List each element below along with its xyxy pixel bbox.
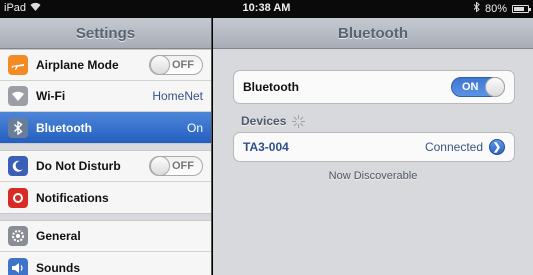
toggle-label: OFF	[172, 160, 194, 172]
notifications-icon	[8, 187, 28, 208]
sidebar-item-do-not-disturb[interactable]: Do Not Disturb OFF	[0, 151, 211, 182]
sidebar-item-general[interactable]: General	[0, 221, 211, 252]
toggle-knob	[150, 156, 170, 176]
toggle-knob	[485, 77, 505, 97]
sidebar-item-wifi[interactable]: Wi-Fi HomeNet	[0, 81, 211, 112]
sidebar-item-airplane-mode[interactable]: Airplane Mode OFF	[0, 50, 211, 81]
settings-sidebar: Settings Airplane Mode OFF Wi-Fi HomeNet…	[0, 18, 212, 275]
detail-disclosure-icon[interactable]: ❯	[489, 139, 505, 155]
airplane-icon	[8, 55, 28, 75]
bluetooth-status-icon	[473, 1, 480, 15]
gear-icon	[8, 226, 28, 246]
toggle-label: OFF	[172, 59, 194, 71]
bluetooth-state: On	[186, 120, 203, 135]
toggle-label: ON	[462, 81, 479, 93]
airplane-mode-toggle[interactable]: OFF	[149, 55, 203, 75]
device-name: TA3-004	[243, 140, 289, 154]
sidebar-item-label: Sounds	[36, 260, 80, 275]
sidebar-item-label: Airplane Mode	[36, 58, 119, 72]
page-title: Bluetooth	[213, 18, 533, 49]
sidebar-item-label: Notifications	[36, 190, 109, 205]
discoverable-label: Now Discoverable	[328, 170, 418, 182]
bluetooth-icon	[8, 117, 28, 138]
devices-section-header: Devices	[241, 114, 306, 128]
toggle-knob	[150, 55, 170, 75]
wifi-network-name: HomeNet	[152, 89, 203, 103]
do-not-disturb-toggle[interactable]: OFF	[149, 156, 203, 176]
bluetooth-detail-pane: Bluetooth Bluetooth ON Devices TA3-004 C…	[213, 18, 533, 275]
loading-spinner-icon	[292, 114, 306, 128]
battery-icon	[512, 4, 531, 13]
sidebar-item-notifications[interactable]: Notifications	[0, 182, 211, 213]
sidebar-item-label: Wi-Fi	[36, 89, 66, 103]
sidebar-item-sounds[interactable]: Sounds	[0, 252, 211, 275]
bluetooth-toggle-label: Bluetooth	[243, 80, 299, 94]
status-bar: iPad 10:38 AM 80%	[0, 0, 533, 18]
settings-title: Settings	[0, 18, 211, 49]
moon-icon	[8, 156, 28, 176]
speaker-icon	[8, 257, 28, 275]
status-time: 10:38 AM	[242, 2, 291, 14]
settings-group-notifications: Do Not Disturb OFF Notifications	[0, 150, 211, 214]
bluetooth-toggle-cell: Bluetooth ON	[233, 70, 515, 104]
settings-group-connectivity: Airplane Mode OFF Wi-Fi HomeNet Bluetoot…	[0, 49, 211, 144]
sidebar-item-label: Bluetooth	[36, 120, 92, 135]
wifi-icon	[8, 86, 28, 106]
bluetooth-switch[interactable]: ON	[451, 77, 505, 97]
sidebar-item-label: General	[36, 229, 81, 243]
device-row[interactable]: TA3-004 Connected ❯	[233, 132, 515, 162]
sidebar-item-bluetooth[interactable]: Bluetooth On	[0, 112, 211, 143]
battery-percent: 80%	[484, 2, 507, 15]
sidebar-item-label: Do Not Disturb	[36, 159, 121, 173]
settings-group-general: General Sounds	[0, 220, 211, 275]
device-status: Connected	[424, 140, 483, 154]
devices-header-label: Devices	[241, 114, 287, 128]
